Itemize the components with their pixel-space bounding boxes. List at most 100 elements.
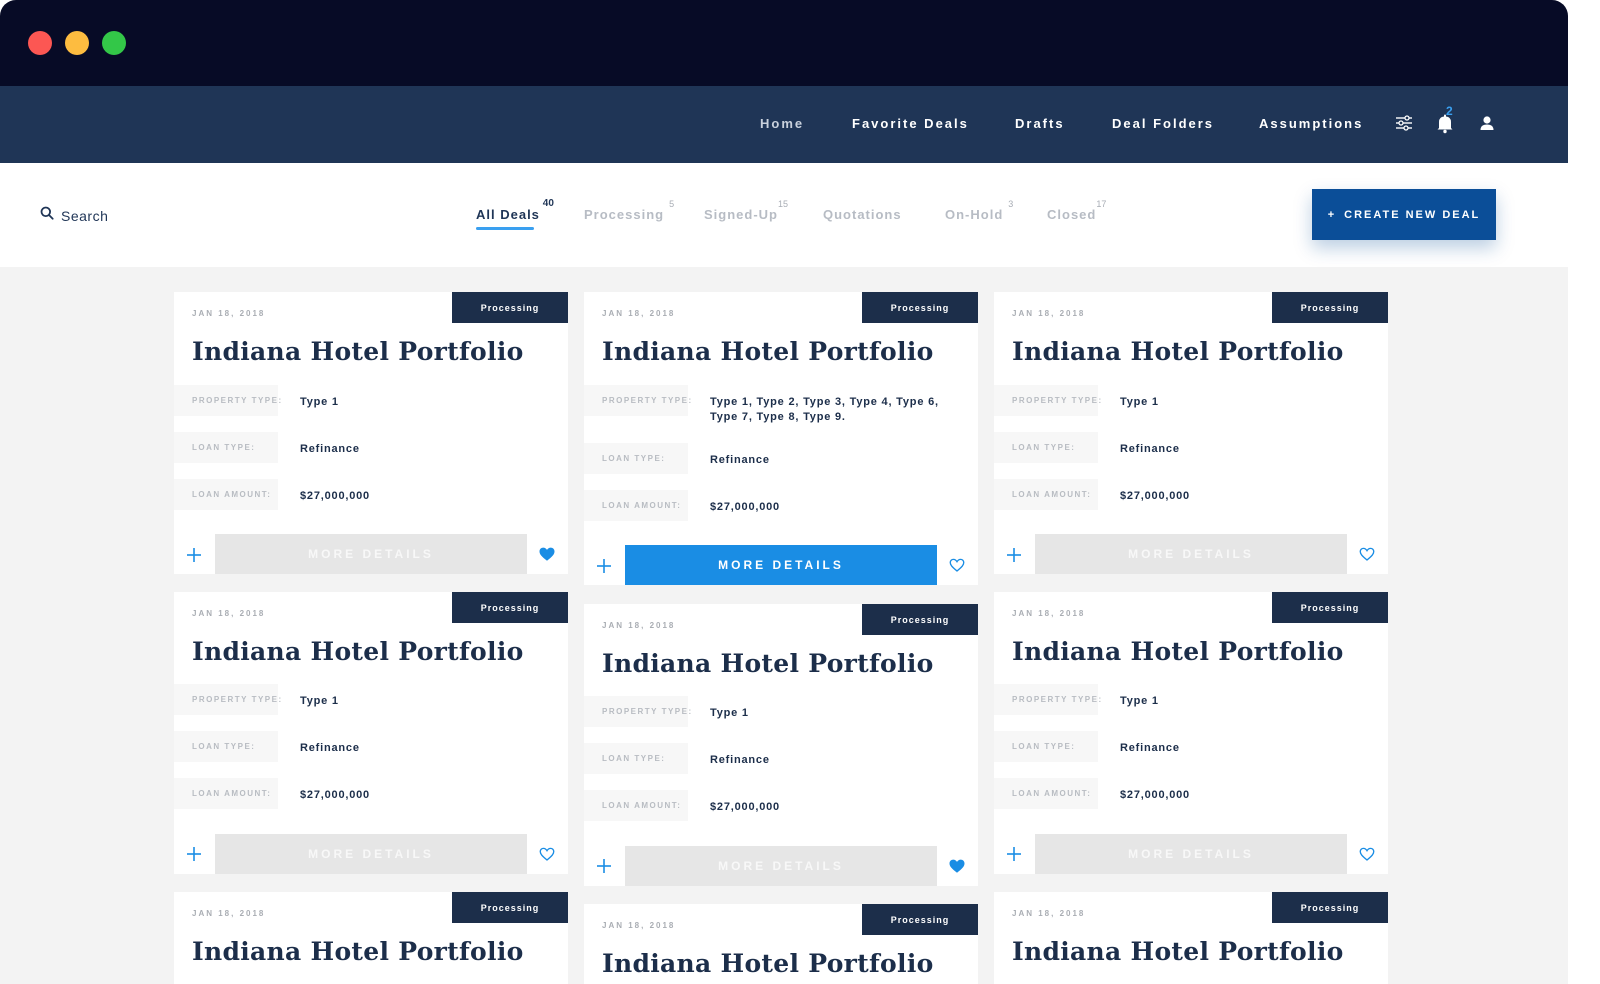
property-type-value: Type 1 [710,707,749,719]
property-type-label: PROPERTY TYPE: [994,385,1101,416]
maximize-window-button[interactable] [102,31,126,55]
heart-outline-icon[interactable] [538,845,556,863]
deal-card: Processing JAN 18, 2018 Indiana Hotel Po… [174,892,568,984]
deal-title: Indiana Hotel Portfolio [602,949,934,978]
sliders-icon[interactable] [1393,110,1415,136]
tab-label: Processing [584,207,665,222]
deal-card: Processing JAN 18, 2018 Indiana Hotel Po… [584,604,978,886]
tab-label: Signed-Up [704,207,778,222]
deal-date: JAN 18, 2018 [192,909,266,918]
loan-type-label: LOAN TYPE: [584,743,688,774]
heart-filled-icon[interactable] [948,857,966,875]
deal-date: JAN 18, 2018 [1012,309,1086,318]
deal-card: Processing JAN 18, 2018 Indiana Hotel Po… [584,904,978,984]
deal-title: Indiana Hotel Portfolio [1012,337,1344,366]
loan-type-value: Refinance [710,454,770,466]
tab-all-deals[interactable]: All Deals 40 [476,198,554,230]
more-details-button[interactable]: MORE DETAILS [215,834,527,874]
tab-on-hold[interactable]: On-Hold 3 [945,199,1013,222]
search-box[interactable]: Search [40,206,108,225]
tab-label: Quotations [823,207,902,222]
deal-title: Indiana Hotel Portfolio [602,337,934,366]
deal-date: JAN 18, 2018 [192,609,266,618]
tab-signed-up[interactable]: Signed-Up 15 [704,199,788,222]
loan-type-label: LOAN TYPE: [584,443,688,474]
more-details-button[interactable]: MORE DETAILS [1035,834,1347,874]
status-badge: Processing [1272,292,1388,323]
search-icon [40,206,54,225]
deal-card: Processing JAN 18, 2018 Indiana Hotel Po… [174,292,568,574]
heart-filled-icon[interactable] [538,545,556,563]
status-badge: Processing [862,904,978,935]
more-details-button[interactable]: MORE DETAILS [625,846,937,886]
nav-favorite-deals[interactable]: Favorite Deals [852,116,969,131]
plus-icon[interactable] [1005,546,1023,564]
loan-amount-value: $27,000,000 [300,490,370,502]
tab-count: 40 [542,198,554,209]
heart-outline-icon[interactable] [948,556,966,574]
create-new-deal-button[interactable]: + CREATE NEW DEAL [1312,189,1496,240]
heart-outline-icon[interactable] [1358,545,1376,563]
create-new-deal-label: CREATE NEW DEAL [1344,208,1481,221]
loan-amount-value: $27,000,000 [710,801,780,813]
nav-drafts[interactable]: Drafts [1015,116,1065,131]
tab-count: 5 [669,199,675,209]
loan-type-value: Refinance [300,742,360,754]
more-details-button[interactable]: MORE DETAILS [625,545,937,585]
tab-count: 3 [1008,199,1014,209]
plus-icon[interactable] [185,546,203,564]
tab-processing[interactable]: Processing 5 [584,199,674,222]
property-type-label: PROPERTY TYPE: [584,385,691,416]
plus-label: + [1327,208,1337,221]
loan-amount-value: $27,000,000 [1120,490,1190,502]
user-icon[interactable] [1476,110,1498,136]
nav-home[interactable]: Home [760,116,804,131]
minimize-window-button[interactable] [65,31,89,55]
tab-closed[interactable]: Closed 17 [1047,199,1106,222]
plus-icon[interactable] [185,845,203,863]
deal-title: Indiana Hotel Portfolio [192,637,524,666]
deal-date: JAN 18, 2018 [192,309,266,318]
property-type-label: PROPERTY TYPE: [174,385,281,416]
close-window-button[interactable] [28,31,52,55]
deal-date: JAN 18, 2018 [1012,909,1086,918]
tab-quotations[interactable]: Quotations [823,207,902,222]
plus-icon[interactable] [595,857,613,875]
bell-icon[interactable]: 2 [1434,104,1456,136]
deal-title: Indiana Hotel Portfolio [1012,637,1344,666]
plus-icon[interactable] [595,557,613,575]
deal-date: JAN 18, 2018 [602,621,676,630]
loan-amount-label: LOAN AMOUNT: [994,479,1098,510]
plus-icon[interactable] [1005,845,1023,863]
deal-card: Processing JAN 18, 2018 Indiana Hotel Po… [994,892,1388,984]
loan-type-label: LOAN TYPE: [994,731,1098,762]
loan-amount-label: LOAN AMOUNT: [584,790,688,821]
heart-outline-icon[interactable] [1358,845,1376,863]
tab-count: 15 [777,199,788,209]
property-type-label: PROPERTY TYPE: [994,684,1101,715]
top-navbar: Home Favorite Deals Drafts Deal Folders … [0,86,1568,163]
property-type-label: PROPERTY TYPE: [174,684,281,715]
loan-type-value: Refinance [710,754,770,766]
nav-assumptions[interactable]: Assumptions [1259,116,1363,131]
status-badge: Processing [862,604,978,635]
loan-type-value: Refinance [1120,742,1180,754]
nav-deal-folders[interactable]: Deal Folders [1112,116,1214,131]
status-badge: Processing [1272,892,1388,923]
loan-type-label: LOAN TYPE: [994,432,1098,463]
property-type-value: Type 1 [1120,396,1159,408]
deal-title: Indiana Hotel Portfolio [602,649,934,678]
loan-amount-label: LOAN AMOUNT: [174,479,278,510]
loan-amount-label: LOAN AMOUNT: [994,778,1098,809]
status-badge: Processing [452,292,568,323]
loan-amount-label: LOAN AMOUNT: [584,490,688,521]
property-type-value: Type 1 [1120,695,1159,707]
tab-count: 17 [1096,199,1107,209]
filter-toolbar: Search All Deals 40 Processing 5 Signed-… [0,163,1568,267]
more-details-button[interactable]: MORE DETAILS [215,534,527,574]
more-details-button[interactable]: MORE DETAILS [1035,534,1347,574]
loan-type-label: LOAN TYPE: [174,731,278,762]
property-type-label: PROPERTY TYPE: [584,696,691,727]
window-titlebar [0,0,1568,86]
active-tab-indicator [476,227,534,230]
